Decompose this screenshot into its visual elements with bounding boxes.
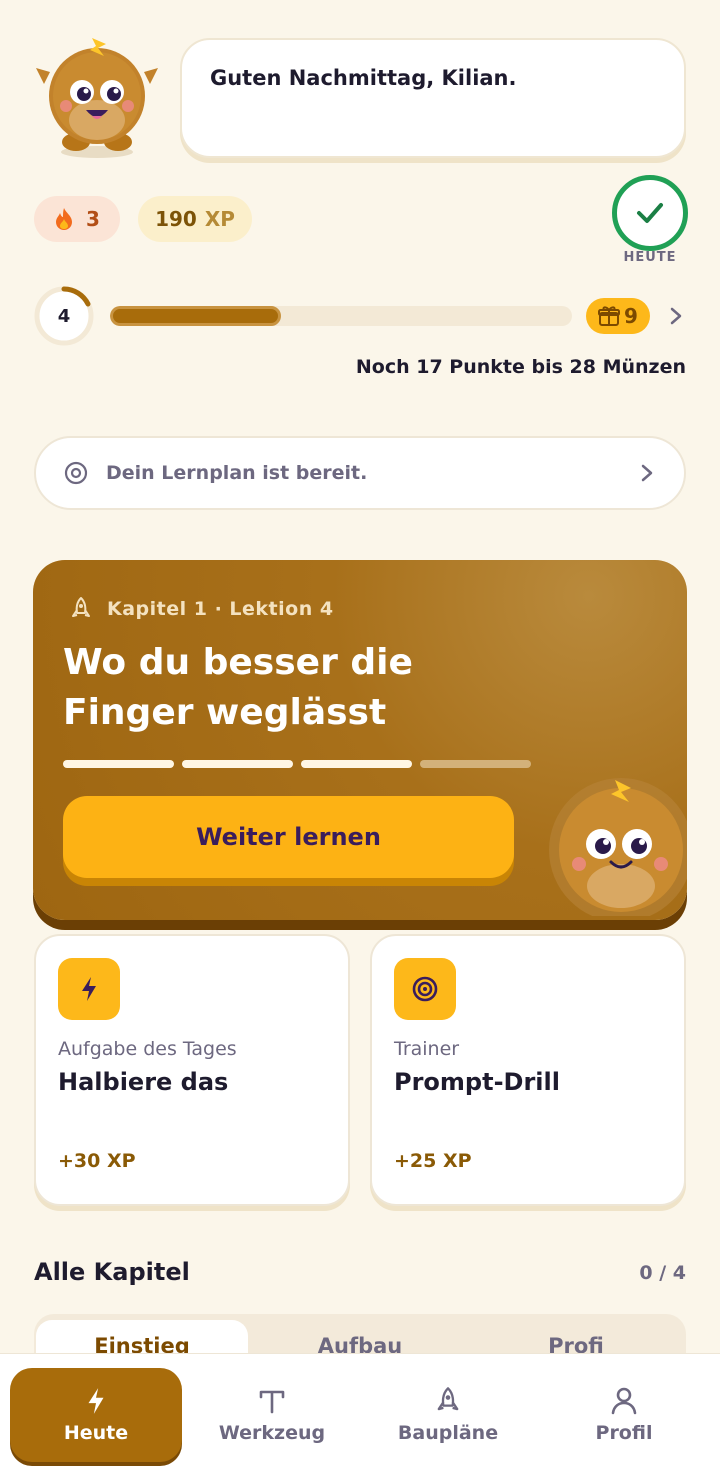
target-icon [64,461,88,485]
gift-icon [598,306,621,326]
learning-plan-banner[interactable]: Dein Lernplan ist bereit. [34,436,686,510]
lesson-progress-segment [301,760,412,768]
lesson-progress-segments [63,760,531,768]
gift-count: 9 [624,304,638,328]
today-complete-badge[interactable] [612,175,688,251]
lightning-icon [82,977,96,1001]
current-lesson-card[interactable]: Kapitel 1 · Lektion 4 Wo du besser die F… [33,560,687,920]
rocket-icon [72,597,90,617]
target-icon [412,976,438,1002]
lesson-progress-segment [420,760,531,768]
bottom-navigation: Heute Werkzeug Baupläne Profil [0,1353,720,1473]
xp-unit: XP [204,207,235,231]
xp-chip[interactable]: 190 XP [138,196,252,242]
nav-heute[interactable]: Heute [10,1368,182,1462]
level-progress-bar [110,306,572,326]
streak-chip[interactable]: 3 [34,196,120,242]
nav-label: Profil [595,1422,653,1444]
nav-label: Heute [63,1422,129,1444]
daily-task-card[interactable]: Aufgabe des Tages Halbiere das +30 XP [34,934,350,1206]
lesson-chapter-label: Kapitel 1 · Lektion 4 [107,598,334,620]
gift-badge[interactable]: 9 [586,298,650,334]
streak-count: 3 [86,207,100,231]
points-to-coins-text: Noch 17 Punkte bis 28 Münzen [355,356,686,378]
greeting-bubble: Guten Nachmittag, Kilian. [180,38,686,158]
lightning-icon [88,1388,104,1414]
card-label: Trainer [394,1038,460,1060]
chapters-heading: Alle Kapitel [34,1258,190,1286]
lesson-progress-segment [63,760,174,768]
rocket-icon [437,1387,459,1411]
lesson-title: Wo du besser die Finger weglässt [63,642,413,733]
lesson-progress-segment [182,760,293,768]
card-xp: +25 XP [394,1150,472,1172]
trainer-card[interactable]: Trainer Prompt-Drill +25 XP [370,934,686,1206]
chevron-right-icon[interactable] [666,305,686,327]
card-title: Halbiere das [58,1068,229,1096]
mascot-avatar [549,778,687,916]
learning-plan-text: Dein Lernplan ist bereit. [106,462,368,484]
tool-icon [259,1390,285,1414]
check-icon [637,203,663,223]
chevron-right-icon [641,464,653,482]
card-label: Aufgabe des Tages [58,1038,237,1060]
lesson-kicker: Kapitel 1 · Lektion 4 [69,596,334,622]
nav-bauplaene[interactable]: Baupläne [362,1368,534,1462]
continue-learning-button[interactable]: Weiter lernen [63,796,514,878]
card-icon-wrapper [58,958,120,1020]
nav-profil[interactable]: Profil [538,1368,710,1462]
flame-icon [56,208,72,230]
nav-label: Werkzeug [218,1422,326,1444]
person-icon [611,1387,637,1415]
card-title: Prompt-Drill [394,1068,560,1096]
greeting-text: Guten Nachmittag, Kilian. [210,66,517,90]
card-xp: +30 XP [58,1150,136,1172]
chapters-count: 0 / 4 [639,1262,686,1284]
nav-label: Baupläne [397,1422,499,1444]
card-icon-wrapper [394,958,456,1020]
nav-werkzeug[interactable]: Werkzeug [186,1368,358,1462]
level-number: 4 [57,305,71,327]
level-progress-fill [110,306,281,326]
mascot-avatar [36,38,158,158]
today-label: HEUTE [623,250,677,265]
xp-value: 190 [155,207,197,231]
